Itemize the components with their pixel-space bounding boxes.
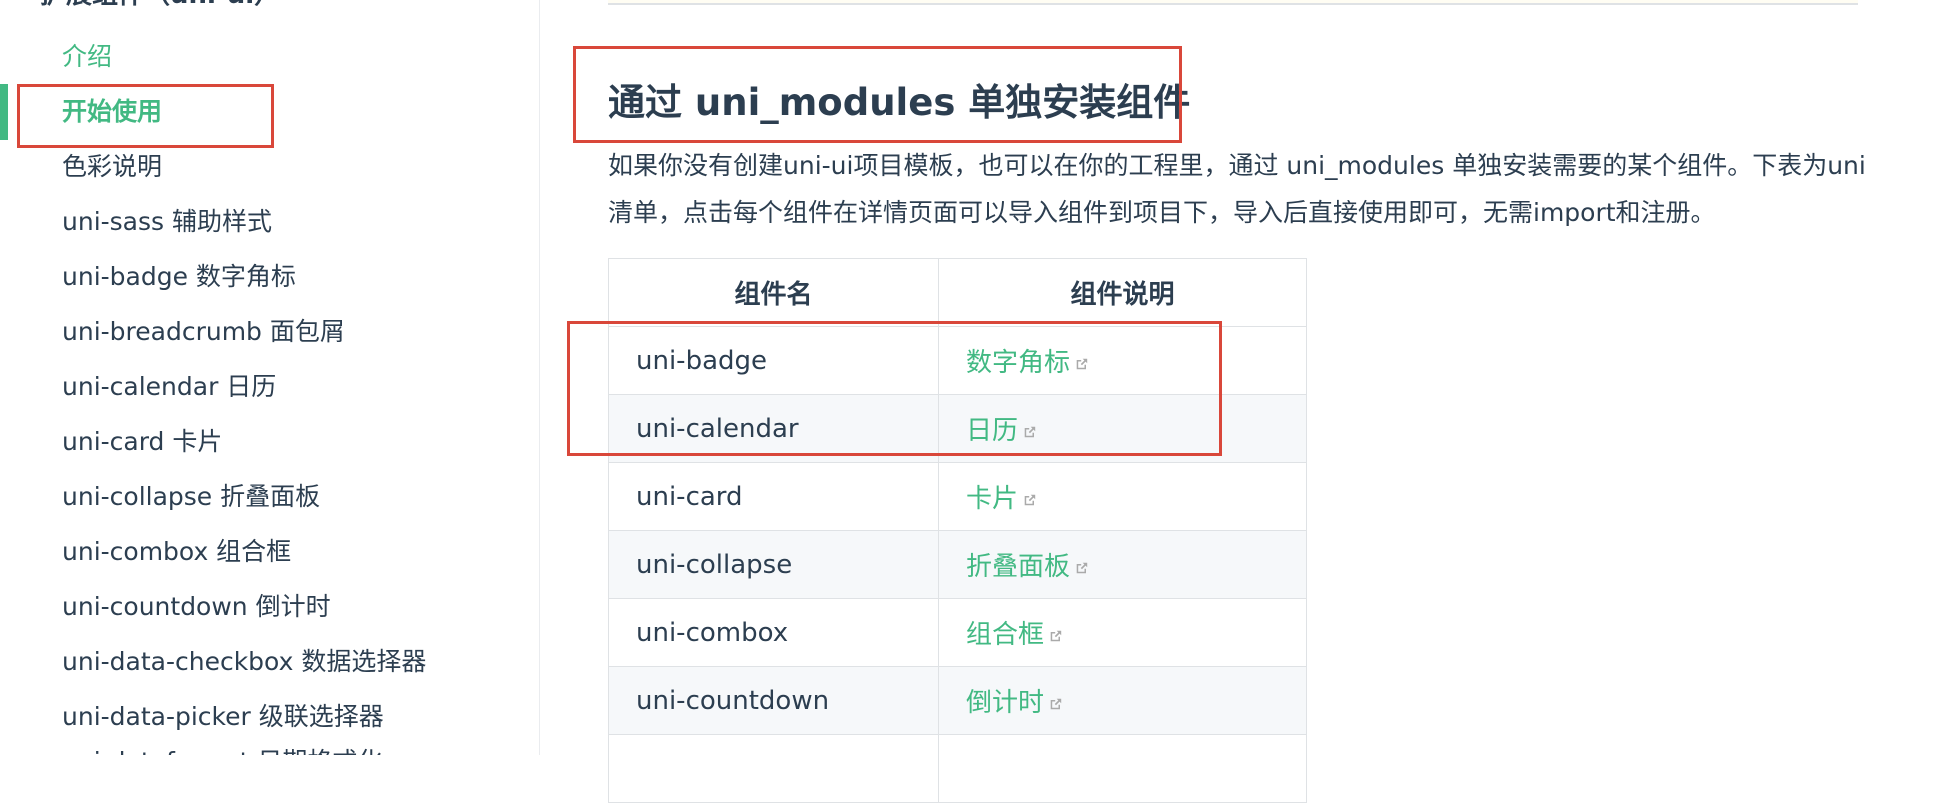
component-desc-cell <box>938 734 1307 803</box>
table-row <box>608 734 1307 803</box>
component-desc-text: 倒计时 <box>966 688 1045 718</box>
component-desc-text: 日历 <box>966 416 1019 446</box>
component-desc-cell: 组合框 <box>938 598 1307 667</box>
sidebar-item-intro[interactable]: 介绍 <box>62 37 112 77</box>
component-desc-cell: 折叠面板 <box>938 530 1307 599</box>
component-name: uni-badge <box>608 326 939 395</box>
previous-block-edge <box>608 0 1858 5</box>
sidebar-item-uni-collapse[interactable]: uni-collapse 折叠面板 <box>62 477 320 517</box>
paragraph-line-1: 如果你没有创建uni-ui项目模板，也可以在你的工程里，通过 uni_modul… <box>608 151 1866 180</box>
external-link-icon <box>1076 562 1088 574</box>
component-desc-link[interactable]: 日历 <box>966 416 1037 446</box>
component-desc-cell: 数字角标 <box>938 326 1307 395</box>
component-desc-link[interactable]: 倒计时 <box>966 688 1063 718</box>
sidebar-item-uni-data-checkbox[interactable]: uni-data-checkbox 数据选择器 <box>62 642 426 682</box>
external-link-icon <box>1050 698 1062 710</box>
component-name: uni-countdown <box>608 666 939 735</box>
component-desc-text: 数字角标 <box>966 348 1071 378</box>
paragraph-line-2: 清单，点击每个组件在详情页面可以导入组件到项目下，导入后直接使用即可，无需imp… <box>608 198 1716 227</box>
table-row: uni-countdown 倒计时 <box>608 666 1307 735</box>
table-row: uni-calendar 日历 <box>608 394 1307 463</box>
component-desc-text: 组合框 <box>966 620 1045 650</box>
component-desc-cell: 日历 <box>938 394 1307 463</box>
active-indicator <box>0 84 8 140</box>
component-desc-link[interactable]: 组合框 <box>966 620 1063 650</box>
component-desc-text: 折叠面板 <box>966 552 1071 582</box>
component-name: uni-calendar <box>608 394 939 463</box>
component-desc-link[interactable]: 卡片 <box>966 484 1037 514</box>
component-name <box>608 734 939 803</box>
sidebar-item-uni-breadcrumb[interactable]: uni-breadcrumb 面包屑 <box>62 312 345 352</box>
component-name: uni-collapse <box>608 530 939 599</box>
component-desc-link[interactable]: 数字角标 <box>966 348 1089 378</box>
sidebar: 扩展组件（uni-ui） 介绍 开始使用 色彩说明 uni-sass 辅助样式 … <box>0 0 540 755</box>
external-link-icon <box>1076 358 1088 370</box>
sidebar-item-uni-data-picker[interactable]: uni-data-picker 级联选择器 <box>62 697 384 737</box>
table-row: uni-collapse 折叠面板 <box>608 530 1307 599</box>
component-desc-cell: 卡片 <box>938 462 1307 531</box>
column-header-desc: 组件说明 <box>938 258 1307 327</box>
external-link-icon <box>1024 494 1036 506</box>
table-row: uni-combox 组合框 <box>608 598 1307 667</box>
sidebar-group-title[interactable]: 扩展组件（uni-ui） <box>40 0 280 11</box>
section-heading: 通过 uni_modules 单独安装组件 <box>608 81 1191 124</box>
column-header-name: 组件名 <box>608 258 939 327</box>
sidebar-item-getting-started[interactable]: 开始使用 <box>62 92 162 132</box>
component-name: uni-combox <box>608 598 939 667</box>
sidebar-item-uni-countdown[interactable]: uni-countdown 倒计时 <box>62 587 331 627</box>
sidebar-item-uni-card[interactable]: uni-card 卡片 <box>62 422 222 462</box>
component-table: 组件名 组件说明 uni-badge 数字角标 uni-calendar 日历 … <box>608 258 1307 803</box>
sidebar-item-uni-combox[interactable]: uni-combox 组合框 <box>62 532 291 572</box>
sidebar-item-uni-dateformat[interactable]: uni-dateformat 日期格式化 <box>62 742 382 755</box>
external-link-icon <box>1050 630 1062 642</box>
component-desc-link[interactable]: 折叠面板 <box>966 552 1089 582</box>
external-link-icon <box>1024 426 1036 438</box>
sidebar-item-uni-calendar[interactable]: uni-calendar 日历 <box>62 367 276 407</box>
component-desc-cell: 倒计时 <box>938 666 1307 735</box>
sidebar-item-colors[interactable]: 色彩说明 <box>62 147 162 187</box>
table-row: uni-badge 数字角标 <box>608 326 1307 395</box>
sidebar-item-uni-badge[interactable]: uni-badge 数字角标 <box>62 257 296 297</box>
component-desc-text: 卡片 <box>966 484 1019 514</box>
main-content: 通过 uni_modules 单独安装组件 如果你没有创建uni-ui项目模板，… <box>540 0 1943 803</box>
table-header-row: 组件名 组件说明 <box>608 258 1307 327</box>
sidebar-item-uni-sass[interactable]: uni-sass 辅助样式 <box>62 202 272 242</box>
table-row: uni-card 卡片 <box>608 462 1307 531</box>
component-name: uni-card <box>608 462 939 531</box>
